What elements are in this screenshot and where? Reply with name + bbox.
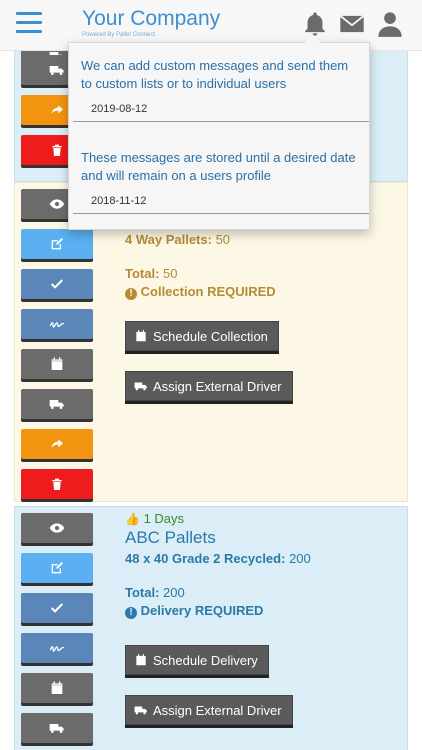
truck-icon [49, 724, 64, 733]
confirm-button[interactable] [21, 593, 93, 623]
signature-icon [49, 646, 65, 652]
signature-button[interactable] [21, 633, 93, 663]
pallet-line: 48 x 40 Grade 2 Recycled: 200 [125, 551, 311, 566]
forward-button[interactable] [21, 429, 93, 459]
order-details: 4 Way Pallets: 50 Total: 50 ! Collection… [125, 231, 276, 301]
status-line: ! Collection REQUIRED [125, 283, 276, 301]
order-card-1: 4 Way Pallets: 50 Total: 50 ! Collection… [14, 182, 408, 502]
calendar-icon [51, 357, 63, 370]
truck-button[interactable] [21, 389, 93, 419]
notification-item[interactable]: These messages are stored until a desire… [73, 149, 369, 214]
share-icon [51, 439, 63, 448]
share-icon [51, 105, 63, 114]
truck-icon [49, 400, 64, 409]
brand[interactable]: Your Company Powered By Pallet Connect [82, 7, 221, 39]
notification-text: We can add custom messages and send them… [81, 58, 349, 91]
schedule-delivery-button[interactable]: Schedule Delivery [125, 645, 269, 675]
mail-icon[interactable] [338, 10, 366, 38]
calendar-button[interactable] [21, 673, 93, 703]
calendar-icon [136, 654, 146, 666]
company-title: Your Company [82, 7, 221, 30]
thumbs-up-icon: 👍 [125, 512, 140, 526]
status-line: ! Delivery REQUIRED [125, 602, 311, 620]
signature-button[interactable] [21, 309, 93, 339]
eye-icon [49, 523, 65, 533]
calendar-icon [51, 681, 63, 694]
days-line: 👍 1 Days [125, 511, 185, 526]
total-line: Total: 200 [125, 585, 185, 600]
notifications-dropdown: We can add custom messages and send them… [68, 35, 370, 230]
trash-icon [52, 478, 62, 490]
calendar-icon [136, 330, 146, 342]
edit-icon [51, 562, 63, 574]
delete-button[interactable] [21, 469, 93, 499]
edit-button[interactable] [21, 553, 93, 583]
trash-icon [52, 144, 62, 156]
pallet-line: 4 Way Pallets: 50 [125, 232, 231, 247]
notification-item[interactable]: We can add custom messages and send them… [73, 57, 369, 122]
confirm-button[interactable] [21, 269, 93, 299]
truck-icon [49, 66, 64, 75]
truck-icon [134, 706, 147, 715]
schedule-collection-button[interactable]: Schedule Collection [125, 321, 279, 351]
check-icon [50, 279, 64, 289]
divider [73, 213, 369, 214]
info-circle-icon: ! [125, 288, 137, 300]
check-icon [50, 603, 64, 613]
divider [73, 121, 369, 122]
signature-icon [49, 322, 65, 328]
order-details: 👍 1 Days ABC Pallets 48 x 40 Grade 2 Rec… [125, 511, 311, 620]
calendar-button[interactable] [21, 349, 93, 379]
assign-driver-button[interactable]: Assign External Driver [125, 695, 293, 725]
eye-icon [49, 199, 65, 209]
menu-icon[interactable] [16, 12, 42, 34]
customer-name: ABC Pallets [125, 528, 216, 547]
company-subtitle: Powered By Pallet Connect [82, 32, 156, 38]
info-circle-icon: ! [125, 607, 137, 619]
notification-date: 2018-11-12 [91, 195, 147, 207]
edit-button[interactable] [21, 229, 93, 259]
user-icon[interactable] [376, 10, 404, 38]
notification-date: 2019-08-12 [91, 103, 148, 115]
truck-button[interactable] [21, 713, 93, 743]
truck-icon [134, 382, 147, 391]
notification-text: These messages are stored until a desire… [81, 150, 356, 183]
edit-icon [51, 238, 63, 250]
view-button[interactable] [21, 513, 93, 543]
total-line: Total: 50 [125, 266, 178, 281]
order-card-2: 👍 1 Days ABC Pallets 48 x 40 Grade 2 Rec… [14, 506, 408, 750]
assign-driver-button[interactable]: Assign External Driver [125, 371, 293, 401]
bell-icon[interactable] [301, 10, 329, 38]
